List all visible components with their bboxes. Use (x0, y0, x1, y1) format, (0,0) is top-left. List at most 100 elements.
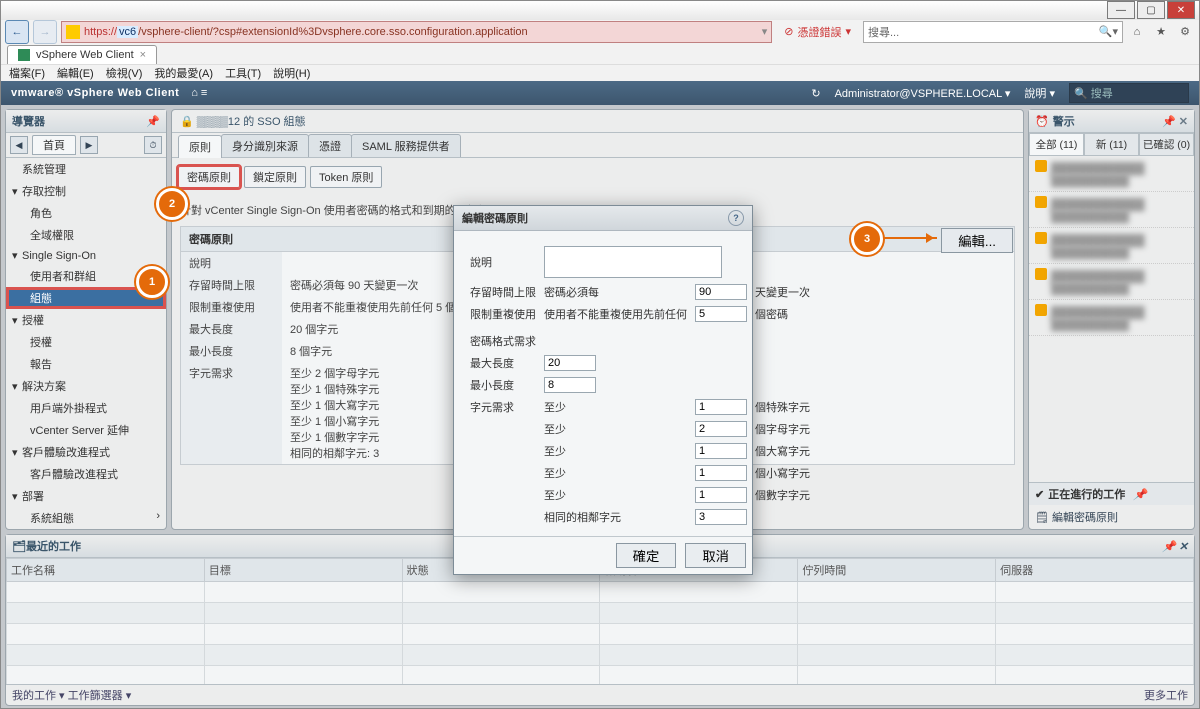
nav-item[interactable]: 客戶體驗改進程式 (6, 463, 166, 485)
nav-item[interactable]: ▾授權 (6, 309, 166, 331)
menu-view[interactable]: 檢視(V) (106, 65, 143, 81)
menu-favorites[interactable]: 我的最愛(A) (154, 65, 213, 81)
dialog-help-icon[interactable]: ? (728, 210, 744, 226)
desc-input[interactable] (544, 246, 722, 278)
alarms-title: 警示 (1053, 113, 1075, 129)
back-button[interactable]: ← (5, 20, 29, 44)
tab-saml[interactable]: SAML 服務提供者 (351, 134, 461, 157)
certificate-warning[interactable]: ⊘ 憑證錯誤 ▾ (784, 24, 851, 40)
alarm-item[interactable]: ██████████████████████ (1029, 192, 1194, 228)
work-in-progress: ✔正在進行的工作📌 🗒 編輯密碼原則 (1029, 482, 1194, 529)
cancel-button[interactable]: 取消 (685, 543, 746, 568)
address-bar[interactable]: https:// vc6 /vsphere-client/?csp#extens… (61, 21, 772, 43)
nav-item[interactable]: ▾Single Sign-On (6, 246, 166, 265)
tab-policy[interactable]: 原則 (178, 135, 222, 158)
url-scheme: https:// (84, 26, 117, 38)
nav-item[interactable]: 授權 (6, 331, 166, 353)
nav-item[interactable]: 系統管理 (6, 158, 166, 180)
navigator-panel: 導覽器 📌 ◀ 首頁 ▶ ⏱ 系統管理▾存取控制角色全域權限▾Single Sig… (5, 109, 167, 530)
desc-label: 說明 (466, 245, 540, 279)
recent-tasks-icon: 🗂 (12, 540, 26, 553)
nav-item[interactable]: 角色 (6, 202, 166, 224)
adjacent-input[interactable] (695, 509, 747, 525)
nav-item[interactable]: ▾解決方案 (6, 375, 166, 397)
nav-history[interactable]: ⏱ (144, 136, 162, 154)
app-search[interactable]: 🔍 搜尋 (1069, 83, 1189, 103)
browser-search[interactable]: 搜尋... 🔍▾ (863, 21, 1123, 43)
tab-cert[interactable]: 憑證 (308, 134, 352, 157)
forward-button[interactable]: → (33, 20, 57, 44)
recent-tasks-title: 最近的工作 (26, 538, 81, 554)
nav-item[interactable]: 全域權限 (6, 224, 166, 246)
nav-tree: 系統管理▾存取控制角色全域權限▾Single Sign-On使用者和群組組態▾授… (6, 158, 166, 529)
charreq-label: 字元需求 (466, 398, 540, 416)
alarm-tab-new[interactable]: 新 (11) (1084, 133, 1139, 155)
menu-file[interactable]: 檔案(F) (9, 65, 45, 81)
nav-item[interactable]: vCenter Server 延伸 (6, 419, 166, 441)
tab-identity[interactable]: 身分識別來源 (221, 134, 309, 157)
lifetime-input[interactable] (695, 284, 747, 300)
edit-button[interactable]: 編輯... (941, 228, 1013, 253)
digit-input[interactable] (695, 487, 747, 503)
nav-fwd[interactable]: ▶ (80, 136, 98, 154)
maxlen-input[interactable] (544, 355, 596, 371)
wip-pin[interactable]: 📌 (1133, 488, 1147, 501)
help-menu[interactable]: 說明 ▾ (1024, 85, 1055, 101)
refresh-icon[interactable]: ↻ (811, 87, 820, 100)
window-maximize[interactable]: ▢ (1137, 1, 1165, 19)
lower-input[interactable] (695, 465, 747, 481)
special-input[interactable] (695, 399, 747, 415)
alarms-panel-pin[interactable]: 📌 ✕ (1162, 115, 1188, 128)
window-minimize[interactable]: — (1107, 1, 1135, 19)
reuse-input[interactable] (695, 306, 747, 322)
home-button[interactable]: ⌂ ≡ (191, 87, 207, 99)
window-close[interactable]: ✕ (1167, 1, 1195, 19)
wip-item[interactable]: 🗒 編輯密碼原則 (1029, 505, 1194, 529)
nav-item[interactable]: 用戶端外掛程式 (6, 397, 166, 419)
browser-tab[interactable]: vSphere Web Client × (7, 45, 157, 64)
app-header: vmware® vSphere Web Client ⌂ ≡ ↻ Adminis… (1, 81, 1199, 105)
recent-tasks-pin[interactable]: 📌 ✕ (1162, 540, 1188, 553)
tasks-filter-left[interactable]: 我的工作 ▾ 工作篩選器 ▾ (12, 687, 131, 703)
alarm-item[interactable]: ██████████████████████ (1029, 300, 1194, 336)
nav-item[interactable]: ▾存取控制 (6, 180, 166, 202)
subtab-lockout[interactable]: 鎖定原則 (244, 166, 306, 188)
nav-home-tab[interactable]: 首頁 (32, 135, 76, 155)
minlen-input[interactable] (544, 377, 596, 393)
nav-item[interactable]: 報告 (6, 353, 166, 375)
user-menu[interactable]: Administrator@VSPHERE.LOCAL ▾ (835, 87, 1011, 100)
tab-close-icon[interactable]: × (140, 49, 146, 61)
url-host: vc6 (117, 26, 138, 38)
tab-title: vSphere Web Client (36, 49, 134, 61)
alarm-item[interactable]: ██████████████████████ (1029, 228, 1194, 264)
secondary-tabs: 密碼原則 鎖定原則 Token 原則 (172, 164, 1023, 190)
alarm-tab-ack[interactable]: 已確認 (0) (1139, 133, 1194, 155)
upper-input[interactable] (695, 443, 747, 459)
nav-item[interactable]: 系統組態 › (6, 507, 166, 529)
subtab-token[interactable]: Token 原則 (310, 166, 382, 188)
alarm-item[interactable]: ██████████████████████ (1029, 264, 1194, 300)
alarm-tab-all[interactable]: 全部 (11) (1029, 133, 1084, 155)
menu-help[interactable]: 說明(H) (273, 65, 310, 81)
tools-icon[interactable]: ⚙ (1175, 22, 1195, 42)
nav-item[interactable]: ▾部署 (6, 485, 166, 507)
pin-icon[interactable]: 📌 (146, 115, 160, 128)
favorites-icon[interactable]: ★ (1151, 22, 1171, 42)
more-tasks-link[interactable]: 更多工作 (1144, 687, 1188, 703)
browser-menubar: 檔案(F) 編輯(E) 檢視(V) 我的最愛(A) 工具(T) 說明(H) (1, 64, 1199, 81)
home-icon[interactable]: ⌂ (1127, 22, 1147, 42)
annotation-arrow (883, 237, 937, 239)
nav-item[interactable]: ▾客戶體驗改進程式 (6, 441, 166, 463)
ok-button[interactable]: 確定 (616, 543, 677, 568)
menu-edit[interactable]: 編輯(E) (57, 65, 94, 81)
alarm-item[interactable]: ██████████████████████ (1029, 156, 1194, 192)
navigator-title: 導覽器 (12, 113, 45, 129)
nav-back[interactable]: ◀ (10, 136, 28, 154)
brand-label: vmware® vSphere Web Client (11, 87, 179, 99)
annotation-3: 3 (851, 223, 883, 255)
menu-tools[interactable]: 工具(T) (225, 65, 261, 81)
format-label: 密碼格式需求 (466, 327, 814, 350)
subtab-password[interactable]: 密碼原則 (178, 166, 240, 188)
reuse-label: 限制重複使用 (466, 305, 540, 323)
alpha-input[interactable] (695, 421, 747, 437)
